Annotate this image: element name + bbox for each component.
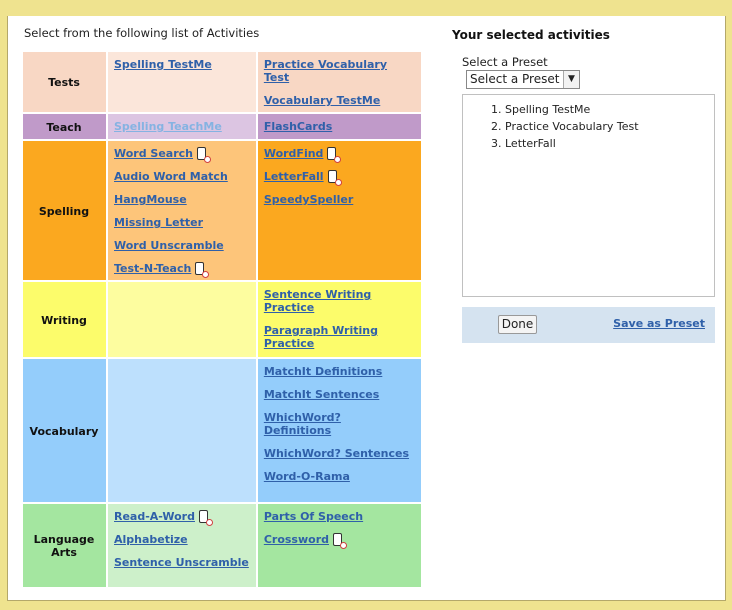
- activity-link-label: Missing Letter: [114, 216, 203, 229]
- mobile-unavailable-icon: [327, 170, 342, 186]
- save-preset-link[interactable]: Save as Preset: [613, 317, 705, 330]
- activity-link-wordfind[interactable]: WordFind: [263, 147, 414, 163]
- activity-link-word-o-rama[interactable]: Word-O-Rama: [264, 470, 414, 483]
- activity-link-label: Paragraph Writing Practice: [263, 324, 378, 350]
- category-label: Spelling: [21, 139, 108, 282]
- selected-panel: Your selected activities Select a Preset…: [452, 28, 716, 343]
- activity-link-sentence-writing-practice[interactable]: Sentence Writing Practice: [264, 288, 389, 314]
- selected-activity-item[interactable]: Practice Vocabulary Test: [505, 118, 714, 135]
- activity-link-whichword-definitions[interactable]: WhichWord? Definitions: [264, 411, 389, 437]
- activity-link-hangmouse[interactable]: HangMouse: [114, 193, 249, 206]
- activity-link-label: Sentence Writing Practice: [263, 288, 372, 314]
- category-row-teach: Teach Spelling TeachMe FlashCards: [21, 112, 423, 141]
- activity-link-whichword-sentences[interactable]: WhichWord? Sentences: [264, 447, 414, 460]
- activity-link-label: MatchIt Definitions: [263, 365, 383, 378]
- activity-link-flashcards[interactable]: FlashCards: [264, 120, 414, 133]
- category-label: Writing: [21, 280, 108, 359]
- activity-link-label: Word-O-Rama: [263, 470, 350, 483]
- activity-link-parts-of-speech[interactable]: Parts Of Speech: [264, 510, 414, 523]
- activity-link-label: Sentence Unscramble: [114, 556, 249, 569]
- activity-link-label: Vocabulary TestMe: [263, 94, 381, 107]
- activity-link-paragraph-writing-practice[interactable]: Paragraph Writing Practice: [264, 324, 389, 350]
- selected-activity-item[interactable]: Spelling TestMe: [505, 101, 714, 118]
- done-button[interactable]: Done: [498, 315, 537, 334]
- activity-link-word-unscramble[interactable]: Word Unscramble: [114, 239, 249, 252]
- activity-link-test-n-teach[interactable]: Test-N-Teach: [114, 262, 249, 278]
- activity-link-label: Word Unscramble: [114, 239, 224, 252]
- category-row-language-arts: Language Arts Read-A-Word Alphabetize Sente…: [21, 502, 423, 589]
- activity-link-alphabetize[interactable]: Alphabetize: [114, 533, 249, 546]
- activity-cell: Parts Of Speech Crossword: [255, 502, 423, 589]
- activity-cell: FlashCards: [255, 112, 423, 141]
- activity-link-spelling-teachme[interactable]: Spelling TeachMe: [114, 120, 249, 133]
- activity-link-label: MatchIt Sentences: [263, 388, 380, 401]
- selected-list[interactable]: Spelling TestMePractice Vocabulary TestL…: [462, 94, 715, 297]
- activity-cell: [106, 357, 258, 504]
- activity-link-read-a-word[interactable]: Read-A-Word: [114, 510, 249, 526]
- panel-title: Your selected activities: [452, 28, 610, 42]
- activity-link-label: Practice Vocabulary Test: [263, 58, 388, 84]
- activity-link-label: WordFind: [263, 147, 324, 160]
- activity-link-practice-vocabulary-test[interactable]: Practice Vocabulary Test: [264, 58, 389, 84]
- category-label: Tests: [21, 50, 108, 114]
- activity-link-label: HangMouse: [114, 193, 187, 206]
- activity-link-label: Word Search: [114, 147, 194, 160]
- activity-link-label: Audio Word Match: [114, 170, 228, 183]
- activity-link-label: Spelling TestMe: [114, 58, 212, 71]
- mobile-unavailable-icon: [198, 510, 213, 526]
- activity-link-word-search[interactable]: Word Search: [114, 147, 249, 163]
- activity-link-matchit-sentences[interactable]: MatchIt Sentences: [264, 388, 414, 401]
- activity-link-speedyspeller[interactable]: SpeedySpeller: [264, 193, 414, 206]
- activity-link-vocabulary-testme[interactable]: Vocabulary TestMe: [264, 94, 414, 107]
- activity-link-label: Parts Of Speech: [263, 510, 364, 523]
- category-label: Teach: [21, 112, 108, 141]
- panel-footer: Done Save as Preset: [462, 307, 715, 343]
- chevron-down-icon[interactable]: ▼: [563, 71, 579, 88]
- activity-cell: [106, 280, 258, 359]
- activity-link-audio-word-match[interactable]: Audio Word Match: [114, 170, 249, 183]
- activity-link-label: Alphabetize: [114, 533, 188, 546]
- activity-cell: Word Search Audio Word Match HangMouse Miss…: [106, 139, 258, 282]
- selected-activity-item[interactable]: LetterFall: [505, 135, 714, 152]
- activity-link-sentence-unscramble[interactable]: Sentence Unscramble: [114, 556, 249, 569]
- activity-cell: Practice Vocabulary Test Vocabulary TestM…: [255, 50, 423, 114]
- activity-link-matchit-definitions[interactable]: MatchIt Definitions: [264, 365, 414, 378]
- mobile-unavailable-icon: [327, 147, 342, 163]
- activity-cell: WordFind LetterFall SpeedySpeller: [255, 139, 423, 282]
- category-row-vocabulary: Vocabulary MatchIt Definitions MatchIt Sen…: [21, 357, 423, 504]
- activities-table: Tests Spelling TestMe Practice Vocabulary …: [21, 50, 423, 589]
- activity-link-crossword[interactable]: Crossword: [263, 533, 414, 549]
- activity-link-label: Test-N-Teach: [114, 262, 192, 275]
- preset-select[interactable]: Select a Preset ▼: [466, 70, 580, 89]
- category-row-writing: Writing Sentence Writing Practice Paragrap…: [21, 280, 423, 359]
- intro-text: Select from the following list of Activi…: [24, 26, 260, 40]
- activity-link-label: WhichWord? Sentences: [263, 447, 410, 460]
- activity-link-label: Spelling TeachMe: [114, 120, 222, 133]
- activity-cell: Spelling TestMe: [106, 50, 258, 114]
- activity-link-label: Crossword: [263, 533, 329, 546]
- activity-link-label: FlashCards: [263, 120, 333, 133]
- category-row-spelling: Spelling Word Search Audio Word Match HangM…: [21, 139, 423, 282]
- mobile-unavailable-icon: [195, 262, 210, 278]
- activity-link-missing-letter[interactable]: Missing Letter: [114, 216, 249, 229]
- activity-link-label: LetterFall: [263, 170, 324, 183]
- main-frame: Select from the following list of Activi…: [7, 16, 726, 601]
- preset-select-value: Select a Preset: [470, 72, 560, 86]
- category-label: Language Arts: [21, 502, 108, 589]
- preset-label: Select a Preset: [462, 55, 548, 69]
- activity-link-spelling-testme[interactable]: Spelling TestMe: [114, 58, 249, 71]
- activity-cell: Read-A-Word Alphabetize Sentence Unscrambl…: [106, 502, 258, 589]
- category-label: Vocabulary: [21, 357, 108, 504]
- activity-cell: Sentence Writing Practice Paragraph Writi…: [255, 280, 423, 359]
- mobile-unavailable-icon: [333, 533, 347, 549]
- activity-cell: MatchIt Definitions MatchIt Sentences Whic…: [255, 357, 423, 504]
- activity-link-label: WhichWord? Definitions: [263, 411, 341, 437]
- activity-link-label: SpeedySpeller: [263, 193, 354, 206]
- category-row-tests: Tests Spelling TestMe Practice Vocabulary …: [21, 50, 423, 114]
- activity-link-letterfall[interactable]: LetterFall: [263, 170, 414, 186]
- activity-cell: Spelling TeachMe: [106, 112, 258, 141]
- activity-link-label: Read-A-Word: [114, 510, 195, 523]
- mobile-unavailable-icon: [197, 147, 212, 163]
